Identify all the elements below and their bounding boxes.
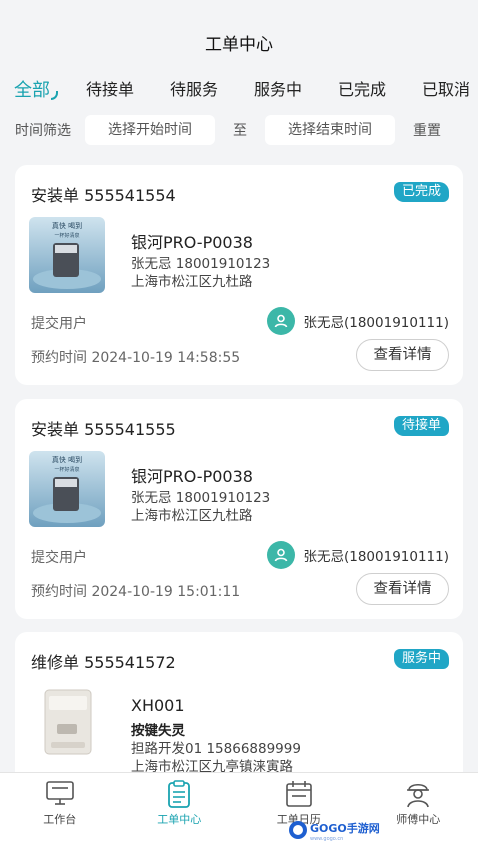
submit-user: 张无忌(18001910111): [267, 541, 449, 569]
customer-contact: 担路开发01 15866889999: [131, 741, 301, 757]
tab-completed[interactable]: 已完成: [336, 76, 388, 102]
status-tabs: 全部 待接单 待服务 服务中 已完成 已取消: [12, 76, 472, 102]
submit-user-label: 提交用户: [31, 550, 87, 566]
nav-label: 工单中心: [157, 813, 202, 826]
page-header: 工单中心 全部 待接单 待服务 服务中 已完成 已取消 时间筛选 选择开始时间 …: [0, 0, 478, 150]
page-title: 工单中心: [205, 35, 273, 55]
tab-in-service[interactable]: 服务中: [252, 76, 304, 102]
reset-button[interactable]: 重置: [413, 120, 441, 140]
start-time-picker[interactable]: 选择开始时间: [85, 115, 215, 145]
status-badge: 已完成: [393, 182, 449, 202]
time-filter: 时间筛选 选择开始时间 至 选择结束时间 重置: [15, 115, 465, 145]
watermark-logo: GOGO手游网 www.gogo.cn: [288, 818, 380, 842]
product-image: [29, 684, 105, 760]
time-filter-label: 时间筛选: [15, 123, 71, 139]
appointment-time: 预约时间 2024-10-19 14:58:55: [31, 350, 241, 366]
status-badge: 待接单: [393, 416, 449, 436]
tab-cancelled[interactable]: 已取消: [420, 76, 472, 102]
svg-text:一杯好清泉: 一杯好清泉: [54, 232, 79, 239]
view-detail-button[interactable]: 查看详情: [356, 573, 449, 605]
order-type-number: 安装单 555541555: [31, 420, 176, 439]
order-card[interactable]: 安装单 555541554 已完成 真快 喝到 一杯好清泉 银河PRO-P003…: [15, 165, 463, 385]
tab-all[interactable]: 全部: [12, 76, 58, 102]
customer-address: 上海市松江区九杜路: [131, 508, 253, 524]
nav-workbench[interactable]: 工作台: [0, 773, 120, 850]
nav-order-center[interactable]: 工单中心: [120, 773, 240, 850]
customer-contact: 张无忌 18001910123: [131, 256, 271, 272]
product-name: XH001: [131, 696, 185, 715]
customer-contact: 张无忌 18001910123: [131, 490, 271, 506]
tab-pending-service[interactable]: 待服务: [168, 76, 220, 102]
tab-label: 全部: [14, 80, 50, 101]
order-card[interactable]: 安装单 555541555 待接单 真快 喝到 一杯好清泉 银河PRO-P003…: [15, 399, 463, 619]
product-name: 银河PRO-P0038: [131, 467, 253, 486]
svg-text:真快 喝到: 真快 喝到: [52, 221, 82, 230]
submit-user: 张无忌(18001910111): [267, 307, 449, 335]
clipboard-icon: [168, 780, 191, 808]
product-image: 真快 喝到 一杯好清泉: [29, 217, 105, 293]
bottom-nav: 工作台 工单中心 工单日历 师傅中心: [0, 772, 478, 850]
order-card[interactable]: 维修单 555541572 服务中 XH001 按键失灵 担路开发01 1586…: [15, 632, 463, 792]
nav-label: 工作台: [43, 813, 77, 826]
view-detail-button[interactable]: 查看详情: [356, 339, 449, 371]
tab-pending-accept[interactable]: 待接单: [84, 76, 136, 102]
fault-description: 按键失灵: [131, 723, 185, 739]
user-icon: [267, 307, 296, 335]
time-separator: 至: [233, 123, 247, 139]
monitor-icon: [45, 781, 74, 805]
appointment-time: 预约时间 2024-10-19 15:01:11: [31, 584, 241, 600]
submit-user-label: 提交用户: [31, 316, 87, 332]
active-tab-indicator: [51, 91, 58, 100]
product-name: 银河PRO-P0038: [131, 233, 253, 252]
status-badge: 服务中: [393, 649, 449, 669]
order-type-number: 维修单 555541572: [31, 653, 176, 672]
end-time-picker[interactable]: 选择结束时间: [265, 115, 395, 145]
svg-text:www.gogo.cn: www.gogo.cn: [310, 836, 343, 842]
submit-user-name: 张无忌(18001910111): [303, 549, 449, 565]
user-icon: [267, 541, 296, 569]
svg-text:一杯好清泉: 一杯好清泉: [54, 466, 79, 473]
product-image: 真快 喝到 一杯好清泉: [29, 451, 105, 527]
customer-address: 上海市松江区九杜路: [131, 274, 253, 290]
submit-user-name: 张无忌(18001910111): [303, 315, 449, 331]
worker-icon: [407, 783, 430, 808]
order-type-number: 安装单 555541554: [31, 186, 176, 205]
svg-text:GOGO手游网: GOGO手游网: [310, 821, 380, 835]
svg-text:真快 喝到: 真快 喝到: [52, 455, 82, 464]
calendar-icon: [285, 781, 312, 807]
